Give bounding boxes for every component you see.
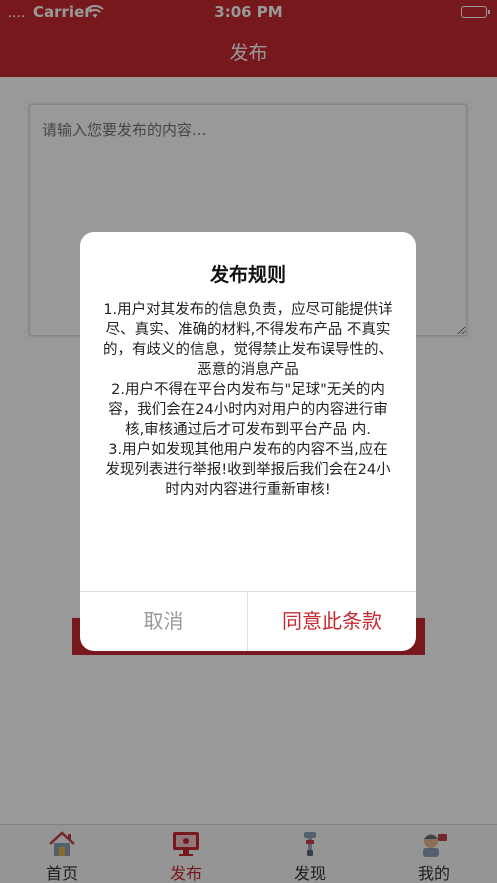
dialog-message: 1.用户对其发布的信息负责，应尽可能提供详尽、真实、准确的材料,不得发布产品 不…: [102, 300, 394, 500]
agree-terms-button[interactable]: 同意此条款: [248, 592, 416, 651]
rule-2: 2.用户不得在平台内发布与"足球"无关的内容，我们会在24小时内对用户的内容进行…: [108, 382, 388, 438]
rule-1: 1.用户对其发布的信息负责，应尽可能提供详尽、真实、准确的材料,不得发布产品 不…: [103, 302, 393, 378]
cancel-button[interactable]: 取消: [80, 592, 247, 651]
publish-rules-dialog: 发布规则 1.用户对其发布的信息负责，应尽可能提供详尽、真实、准确的材料,不得发…: [80, 232, 416, 651]
dialog-title: 发布规则: [209, 264, 286, 286]
rule-3: 3.用户如发现其他用户发布的内容不当,应在发现列表进行举报!收到举报后我们会在2…: [105, 442, 391, 498]
